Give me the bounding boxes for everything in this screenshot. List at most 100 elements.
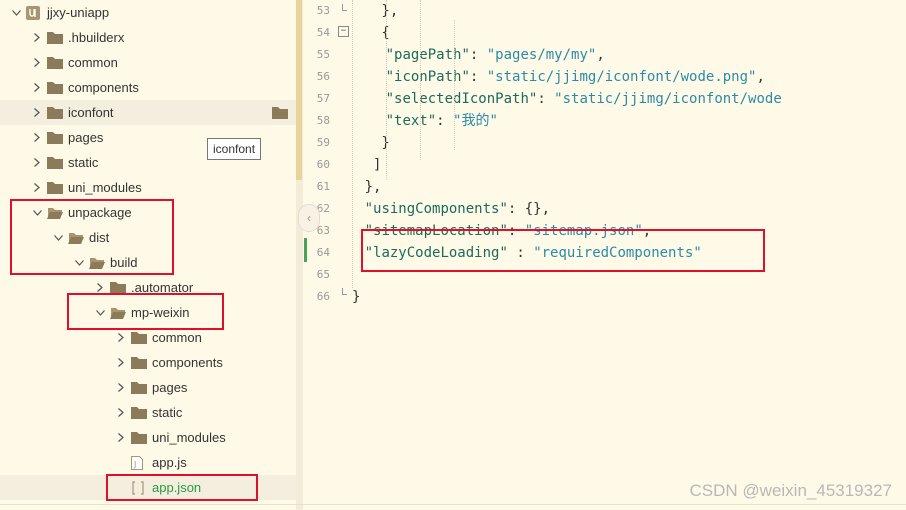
line-number: 56 — [316, 70, 330, 83]
svg-text:J: J — [133, 460, 136, 469]
chevron-right-icon[interactable] — [115, 425, 127, 450]
tree-item-label: uni_modules — [152, 430, 226, 445]
line-number: 59 — [316, 136, 330, 149]
punctuation: ] — [373, 157, 382, 173]
chevron-right-icon[interactable] — [31, 75, 43, 100]
json-string: "static/jjimg/iconfont/wode.png" — [486, 69, 757, 85]
folder-icon — [131, 356, 147, 370]
collapse-sidebar-button[interactable]: ‹ — [298, 204, 320, 232]
annotation-box-lazy-code-loading — [361, 229, 765, 272]
code-line[interactable]: "usingComponents": {}, — [365, 199, 550, 219]
annotation-box-unpackage — [10, 199, 174, 275]
json-string: "static/jjimg/iconfont/wode — [554, 91, 782, 107]
open-folder-action-icon[interactable] — [272, 106, 288, 120]
chevron-left-icon: ‹ — [307, 211, 311, 225]
tree-item-folder[interactable]: iconfont — [0, 100, 296, 125]
folder-icon — [131, 331, 147, 345]
line-number: 54 — [316, 26, 330, 39]
folder-icon — [47, 181, 63, 195]
punctuation: }, — [381, 3, 399, 19]
tree-item-folder[interactable]: static — [0, 400, 296, 425]
punctuation: , — [596, 47, 605, 63]
fold-end-marker — [342, 288, 347, 295]
tree-item-folder[interactable]: uni_modules — [0, 425, 296, 450]
project-icon — [26, 6, 42, 20]
code-line[interactable]: }, — [381, 1, 398, 21]
chevron-right-icon[interactable] — [31, 150, 43, 175]
tree-item-label: iconfont — [68, 105, 114, 120]
line-number: 57 — [316, 92, 330, 105]
tree-item-folder[interactable]: components — [0, 75, 296, 100]
line-number: 65 — [316, 268, 330, 281]
tree-item-folder[interactable]: components — [0, 350, 296, 375]
tree-item-file[interactable]: Japp.js — [0, 450, 296, 475]
punctuation: : — [469, 47, 487, 63]
folder-icon — [47, 31, 63, 45]
line-number: 61 — [316, 180, 330, 193]
fold-end-marker — [342, 4, 347, 11]
code-line[interactable]: "text": "我的" — [386, 111, 498, 131]
json-key: "usingComponents" — [364, 201, 508, 217]
folder-icon — [131, 431, 147, 445]
punctuation: , — [756, 69, 765, 85]
json-key: "iconPath" — [385, 69, 470, 85]
tree-item-label: jjxy-uniapp — [47, 5, 110, 20]
chevron-right-icon[interactable] — [115, 375, 127, 400]
code-line[interactable]: ] — [373, 155, 381, 175]
json-key: "pagePath" — [385, 47, 470, 63]
tree-item-folder[interactable]: uni_modules — [0, 175, 296, 200]
folder-icon — [131, 381, 147, 395]
code-line[interactable]: } — [352, 287, 360, 307]
tree-item-label: components — [68, 80, 139, 95]
tree-item-label: components — [152, 355, 223, 370]
line-number: 60 — [316, 158, 330, 171]
json-string: "我的" — [453, 113, 498, 129]
line-number: 58 — [316, 114, 330, 127]
punctuation: : — [469, 69, 487, 85]
tree-item-label: uni_modules — [68, 180, 142, 195]
tree-item-label: common — [68, 55, 118, 70]
tree-item-label: static — [68, 155, 99, 170]
tree-item-folder[interactable]: .hbuilderx — [0, 25, 296, 50]
chevron-right-icon[interactable] — [31, 175, 43, 200]
code-line[interactable]: "pagePath": "pages/my/my", — [386, 45, 605, 65]
json-string: "pages/my/my" — [486, 47, 597, 63]
watermark: CSDN @weixin_45319327 — [689, 481, 892, 500]
chevron-right-icon[interactable] — [115, 400, 127, 425]
chevron-right-icon[interactable] — [31, 50, 43, 75]
tree-item-label: pages — [68, 130, 104, 145]
punctuation: : {}, — [507, 201, 551, 217]
chevron-right-icon[interactable] — [31, 125, 43, 150]
punctuation: : — [436, 113, 454, 129]
tree-item-label: app.js — [152, 455, 187, 470]
code-line[interactable]: "selectedIconPath": "static/jjimg/iconfo… — [386, 89, 782, 109]
punctuation: }, — [364, 179, 382, 195]
bottom-border — [0, 504, 906, 505]
tree-item-label: static — [152, 405, 183, 420]
js-file-icon: J — [131, 456, 147, 470]
line-number: 55 — [316, 48, 330, 61]
line-number: 64 — [316, 246, 330, 259]
punctuation: : — [537, 91, 555, 107]
tree-item-folder[interactable]: pages — [0, 375, 296, 400]
folder-icon — [47, 131, 63, 145]
indent-guide — [386, 0, 387, 180]
tree-item-project[interactable]: jjxy-uniapp — [0, 0, 296, 25]
code-line[interactable]: "iconPath": "static/jjimg/iconfont/wode.… — [386, 67, 765, 87]
indent-guide — [420, 0, 421, 160]
chevron-right-icon[interactable] — [31, 100, 43, 125]
tree-item-label: .hbuilderx — [68, 30, 125, 45]
tree-item-label: pages — [152, 380, 188, 395]
chevron-down-icon[interactable] — [10, 0, 22, 25]
annotation-box-app-json — [106, 474, 258, 501]
json-key: "selectedIconPath" — [385, 91, 538, 107]
code-line[interactable]: }, — [365, 177, 382, 197]
chevron-right-icon[interactable] — [115, 350, 127, 375]
chevron-right-icon[interactable] — [31, 25, 43, 50]
folder-icon — [47, 156, 63, 170]
annotation-box-mp-weixin — [67, 293, 224, 330]
tree-item-folder[interactable]: common — [0, 50, 296, 75]
line-number: 66 — [316, 290, 330, 303]
json-key: "text" — [385, 113, 437, 129]
fold-toggle-icon[interactable]: − — [338, 26, 349, 37]
